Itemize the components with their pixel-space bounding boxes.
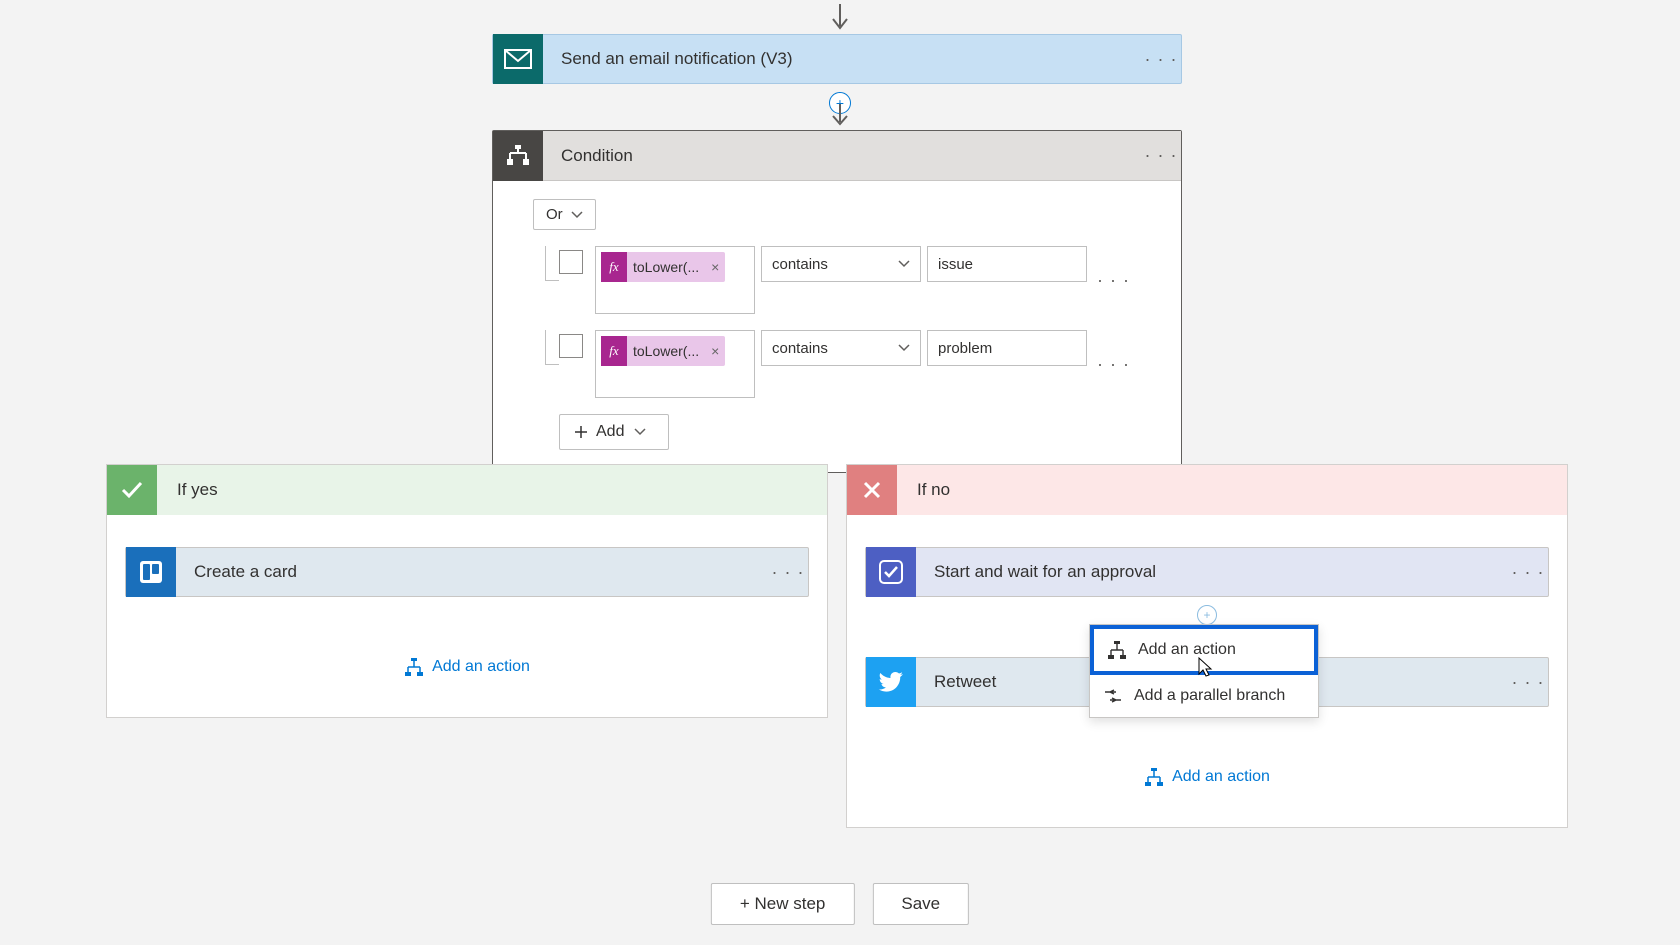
if-yes-header[interactable]: If yes (107, 465, 827, 515)
plus-icon (574, 425, 588, 439)
expression-input[interactable]: fx toLower(... × (595, 246, 755, 314)
add-rule-button[interactable]: Add (559, 414, 669, 450)
row-menu-icon[interactable]: · · · (1097, 354, 1130, 375)
add-action-link[interactable]: Add an action (125, 657, 809, 677)
save-button[interactable]: Save (872, 883, 969, 925)
check-icon (107, 465, 157, 515)
remove-token-icon[interactable]: × (705, 343, 725, 359)
group-operator-dropdown[interactable]: Or (533, 199, 596, 230)
approval-icon (866, 547, 916, 597)
mail-icon (493, 34, 543, 84)
expression-input[interactable]: fx toLower(... × (595, 330, 755, 398)
chevron-down-icon (898, 260, 910, 268)
rule-checkbox[interactable] (559, 250, 583, 274)
rule-checkbox[interactable] (559, 334, 583, 358)
condition-title: Condition (543, 146, 1141, 166)
if-no-header[interactable]: If no (847, 465, 1567, 515)
twitter-icon (866, 657, 916, 707)
card-menu-icon[interactable]: · · · (1141, 49, 1181, 70)
close-icon (847, 465, 897, 515)
expression-token[interactable]: fx toLower(... × (601, 336, 725, 366)
chevron-down-icon (634, 428, 646, 436)
condition-rule-row: fx toLower(... × contains problem · · · (533, 330, 1141, 398)
condition-icon (493, 131, 543, 181)
card-menu-icon[interactable]: · · · (1508, 562, 1548, 583)
parallel-branch-icon (1104, 689, 1122, 703)
if-no-label: If no (897, 480, 950, 500)
card-menu-icon[interactable]: · · · (1508, 672, 1548, 693)
approval-action-card[interactable]: Start and wait for an approval · · · (865, 547, 1549, 597)
action-label: Start and wait for an approval (916, 562, 1508, 582)
mouse-cursor-icon (1196, 656, 1216, 685)
row-menu-icon[interactable]: · · · (1097, 270, 1130, 291)
operator-select[interactable]: contains (761, 246, 921, 282)
footer-buttons: + New step Save (711, 883, 969, 925)
add-action-icon (1108, 641, 1126, 659)
trello-icon (126, 547, 176, 597)
group-operator-label: Or (546, 206, 563, 223)
if-yes-branch: If yes Create a card · · · Add an action (106, 464, 828, 718)
fx-icon: fx (601, 252, 627, 282)
value-input[interactable]: problem (927, 330, 1087, 366)
add-action-icon (1144, 767, 1164, 787)
action-label: Create a card (176, 562, 768, 582)
fx-icon: fx (601, 336, 627, 366)
condition-header[interactable]: Condition · · · (493, 131, 1181, 181)
chevron-down-icon (571, 211, 583, 219)
if-yes-label: If yes (157, 480, 218, 500)
flow-arrow-icon (830, 104, 850, 130)
chevron-down-icon (898, 344, 910, 352)
insert-step-button[interactable]: + (1197, 605, 1217, 625)
remove-token-icon[interactable]: × (705, 259, 725, 275)
email-action-label: Send an email notification (V3) (543, 49, 1141, 69)
condition-rule-row: fx toLower(... × contains issue · · · (533, 246, 1141, 314)
add-action-icon (404, 657, 424, 677)
trello-action-card[interactable]: Create a card · · · (125, 547, 809, 597)
value-input[interactable]: issue (927, 246, 1087, 282)
card-menu-icon[interactable]: · · · (768, 562, 808, 583)
email-action-card[interactable]: Send an email notification (V3) · · · (492, 34, 1182, 84)
operator-select[interactable]: contains (761, 330, 921, 366)
expression-token[interactable]: fx toLower(... × (601, 252, 725, 282)
new-step-button[interactable]: + New step (711, 883, 855, 925)
condition-card: Condition · · · Or fx toLower(... × (492, 130, 1182, 473)
add-action-link[interactable]: Add an action (865, 767, 1549, 787)
flow-arrow-icon (830, 4, 850, 34)
card-menu-icon[interactable]: · · · (1141, 145, 1181, 166)
